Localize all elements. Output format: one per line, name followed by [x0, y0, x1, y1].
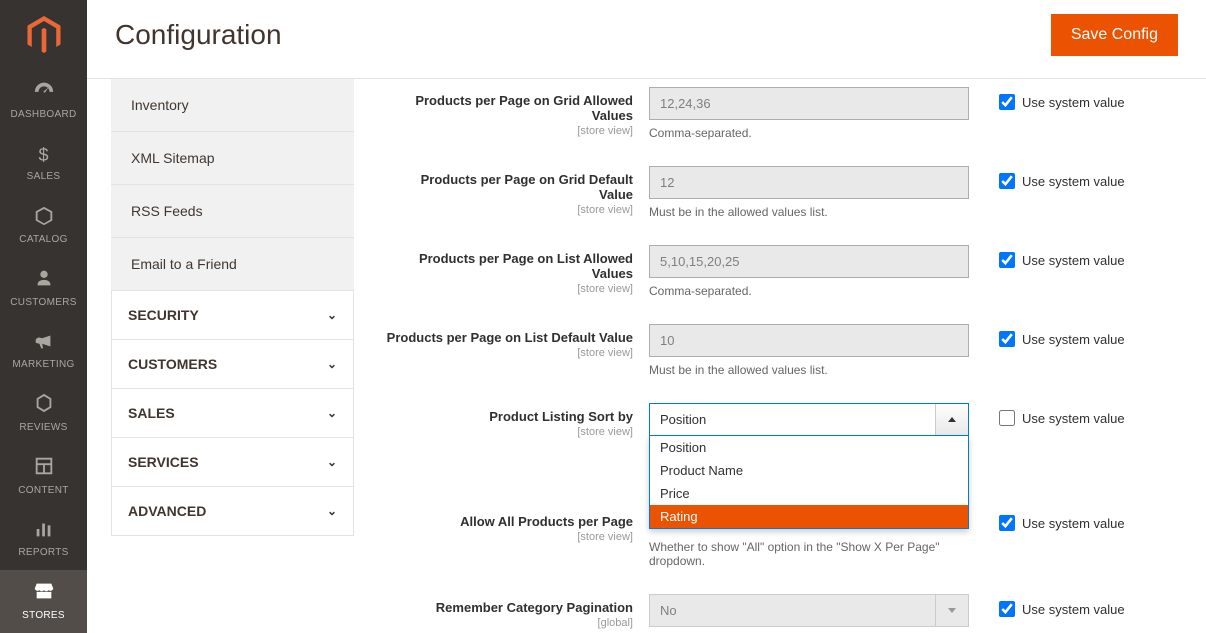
store-icon	[33, 583, 55, 605]
chevron-down-icon: ⌄	[327, 357, 337, 371]
use-system-checkbox[interactable]	[999, 515, 1015, 531]
field-label: Allow All Products per Page[store view]	[384, 508, 649, 543]
megaphone-icon	[33, 332, 55, 354]
config-nav-inventory[interactable]: Inventory	[111, 79, 354, 132]
field-hint: Must be in the allowed values list.	[649, 363, 969, 377]
page-header: Configuration Save Config	[87, 0, 1206, 79]
field-label: Products per Page on List Default Value[…	[384, 324, 649, 359]
field-hint: Must be in the allowed values list.	[649, 205, 969, 219]
sidebar-item-label: DASHBOARD	[10, 109, 76, 120]
chevron-down-icon: ⌄	[327, 406, 337, 420]
use-system-label: Use system value	[1022, 602, 1125, 617]
use-system-checkbox[interactable]	[999, 94, 1015, 110]
use-system-label: Use system value	[1022, 253, 1125, 268]
sidebar-item-label: MARKETING	[12, 359, 74, 370]
use-system-label: Use system value	[1022, 516, 1125, 531]
sidebar-item-marketing[interactable]: MARKETING	[0, 320, 87, 383]
gauge-icon	[33, 82, 55, 104]
option-product-name[interactable]: Product Name	[650, 459, 968, 482]
grid-default-input[interactable]	[649, 166, 969, 199]
use-system-checkbox[interactable]	[999, 173, 1015, 189]
sort-by-select[interactable]: Position	[649, 403, 969, 436]
save-config-button[interactable]: Save Config	[1051, 14, 1178, 56]
config-nav: Inventory XML Sitemap RSS Feeds Email to…	[111, 79, 354, 633]
sidebar-item-label: SALES	[27, 171, 61, 182]
config-section-advanced[interactable]: ADVANCED⌄	[111, 487, 354, 536]
field-hint: Comma-separated.	[649, 284, 969, 298]
sidebar-item-label: CUSTOMERS	[10, 297, 76, 308]
sidebar-item-dashboard[interactable]: DASHBOARD	[0, 70, 87, 133]
sidebar-item-label: STORES	[22, 610, 65, 621]
chevron-down-icon: ⌄	[327, 308, 337, 322]
chart-icon	[33, 520, 55, 542]
chevron-down-icon: ⌄	[327, 455, 337, 469]
use-system-label: Use system value	[1022, 95, 1125, 110]
magento-logo[interactable]	[0, 0, 87, 70]
dropdown-toggle[interactable]	[935, 404, 968, 435]
sidebar-item-customers[interactable]: CUSTOMERS	[0, 257, 87, 320]
use-system-checkbox[interactable]	[999, 252, 1015, 268]
use-system-checkbox[interactable]	[999, 410, 1015, 426]
config-nav-rss-feeds[interactable]: RSS Feeds	[111, 185, 354, 238]
sidebar-item-label: REVIEWS	[19, 422, 67, 433]
config-section-sales[interactable]: SALES⌄	[111, 389, 354, 438]
sidebar-item-content[interactable]: CONTENT	[0, 445, 87, 508]
box-icon	[33, 207, 55, 229]
field-label: Product Listing Sort by[store view]	[384, 403, 649, 438]
sidebar-item-reports[interactable]: REPORTS	[0, 508, 87, 571]
hexagon-icon	[33, 395, 55, 417]
sort-by-dropdown: Position Product Name Price Rating	[649, 436, 969, 529]
config-section-customers[interactable]: CUSTOMERS⌄	[111, 340, 354, 389]
sidebar-item-stores[interactable]: STORES	[0, 570, 87, 633]
list-allowed-input[interactable]	[649, 245, 969, 278]
admin-sidebar: DASHBOARD $ SALES CATALOG CUSTOMERS MARK…	[0, 0, 87, 633]
person-icon	[33, 270, 55, 292]
chevron-up-icon	[948, 417, 956, 422]
field-hint: Whether to show "All" option in the "Sho…	[649, 540, 969, 568]
use-system-label: Use system value	[1022, 332, 1125, 347]
config-form: Products per Page on Grid Allowed Values…	[384, 79, 1182, 633]
dropdown-toggle	[935, 595, 968, 626]
sidebar-item-label: CONTENT	[18, 485, 68, 496]
field-label: Remember Category Pagination[global]	[384, 594, 649, 629]
list-default-input[interactable]	[649, 324, 969, 357]
sidebar-item-label: REPORTS	[18, 547, 68, 558]
config-nav-xml-sitemap[interactable]: XML Sitemap	[111, 132, 354, 185]
use-system-checkbox[interactable]	[999, 601, 1015, 617]
field-label: Products per Page on Grid Allowed Values…	[384, 87, 649, 137]
config-section-services[interactable]: SERVICES⌄	[111, 438, 354, 487]
remember-pagination-select[interactable]: No	[649, 594, 969, 627]
option-price[interactable]: Price	[650, 482, 968, 505]
use-system-label: Use system value	[1022, 411, 1125, 426]
config-nav-email-friend[interactable]: Email to a Friend	[111, 238, 354, 291]
sidebar-item-sales[interactable]: $ SALES	[0, 132, 87, 195]
page-title: Configuration	[115, 19, 282, 51]
grid-allowed-input[interactable]	[649, 87, 969, 120]
sidebar-item-reviews[interactable]: REVIEWS	[0, 383, 87, 446]
chevron-down-icon	[948, 608, 956, 613]
field-label: Products per Page on Grid Default Value[…	[384, 166, 649, 216]
chevron-down-icon: ⌄	[327, 504, 337, 518]
option-rating[interactable]: Rating	[650, 505, 968, 528]
sidebar-item-catalog[interactable]: CATALOG	[0, 195, 87, 258]
sidebar-item-label: CATALOG	[19, 234, 67, 245]
option-position[interactable]: Position	[650, 436, 968, 459]
use-system-checkbox[interactable]	[999, 331, 1015, 347]
dollar-icon: $	[33, 144, 55, 166]
field-hint: Comma-separated.	[649, 126, 969, 140]
field-label: Products per Page on List Allowed Values…	[384, 245, 649, 295]
config-section-security[interactable]: SECURITY⌄	[111, 291, 354, 340]
layout-icon	[33, 458, 55, 480]
use-system-label: Use system value	[1022, 174, 1125, 189]
